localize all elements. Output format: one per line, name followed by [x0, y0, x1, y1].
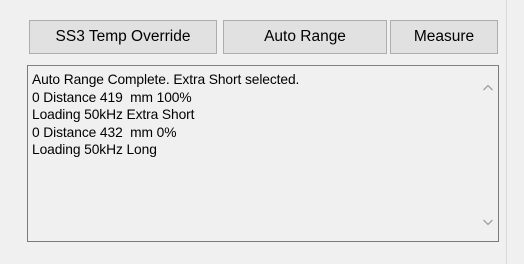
- chevron-up-icon[interactable]: [482, 83, 494, 93]
- control-panel: SS3 Temp Override Auto Range Measure Aut…: [0, 0, 506, 264]
- log-text: Auto Range Complete. Extra Short selecte…: [32, 71, 472, 159]
- panel-divider: [506, 0, 507, 264]
- log-line: 0 Distance 432 mm 0%: [32, 124, 177, 140]
- log-line: 0 Distance 419 mm 100%: [32, 89, 192, 105]
- ss3-temp-override-button[interactable]: SS3 Temp Override: [29, 20, 217, 54]
- log-line: Loading 50kHz Extra Short: [32, 107, 195, 122]
- chevron-down-icon[interactable]: [482, 217, 494, 227]
- vertical-scrollbar[interactable]: [478, 66, 498, 241]
- measure-button[interactable]: Measure: [390, 20, 498, 54]
- log-line: Loading 50kHz Long: [32, 142, 157, 157]
- auto-range-button[interactable]: Auto Range: [223, 20, 387, 54]
- log-textbox[interactable]: Auto Range Complete. Extra Short selecte…: [27, 65, 499, 242]
- log-line: Auto Range Complete. Extra Short selecte…: [32, 72, 300, 87]
